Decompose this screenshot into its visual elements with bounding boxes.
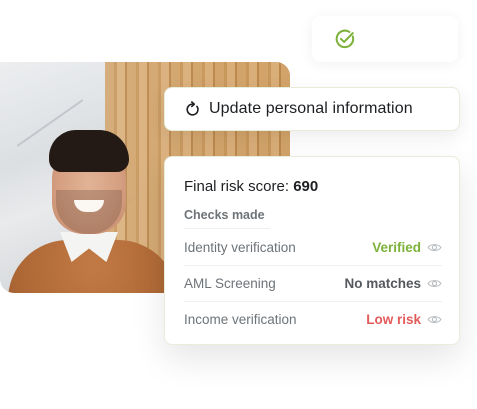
check-circle-icon xyxy=(335,29,355,49)
risk-score-value: 690 xyxy=(293,178,319,195)
check-status: Verified xyxy=(372,239,421,255)
check-status: Low risk xyxy=(366,311,421,327)
check-row-identity: Identity verification Verified xyxy=(184,229,442,266)
check-label: Identity verification xyxy=(184,239,296,255)
update-personal-info-card[interactable]: Update personal information xyxy=(164,87,460,131)
checks-made-heading: Checks made xyxy=(184,208,265,222)
eye-icon[interactable] xyxy=(427,242,442,253)
status-card xyxy=(312,16,458,62)
check-label: AML Screening xyxy=(184,275,276,291)
eye-icon[interactable] xyxy=(427,278,442,289)
check-row-income: Income verification Low risk xyxy=(184,301,442,337)
update-personal-info-label: Update personal information xyxy=(209,100,413,117)
risk-score-title: Final risk score: 690 xyxy=(184,178,318,195)
risk-score-card: Final risk score: 690 Checks made Identi… xyxy=(164,156,460,345)
check-row-aml: AML Screening No matches xyxy=(184,265,442,302)
refresh-icon xyxy=(186,100,199,116)
risk-score-label: Final risk score: xyxy=(184,178,294,195)
check-label: Income verification xyxy=(184,311,297,327)
check-status: No matches xyxy=(344,275,421,291)
eye-icon[interactable] xyxy=(427,314,442,325)
person-hair xyxy=(49,130,129,172)
